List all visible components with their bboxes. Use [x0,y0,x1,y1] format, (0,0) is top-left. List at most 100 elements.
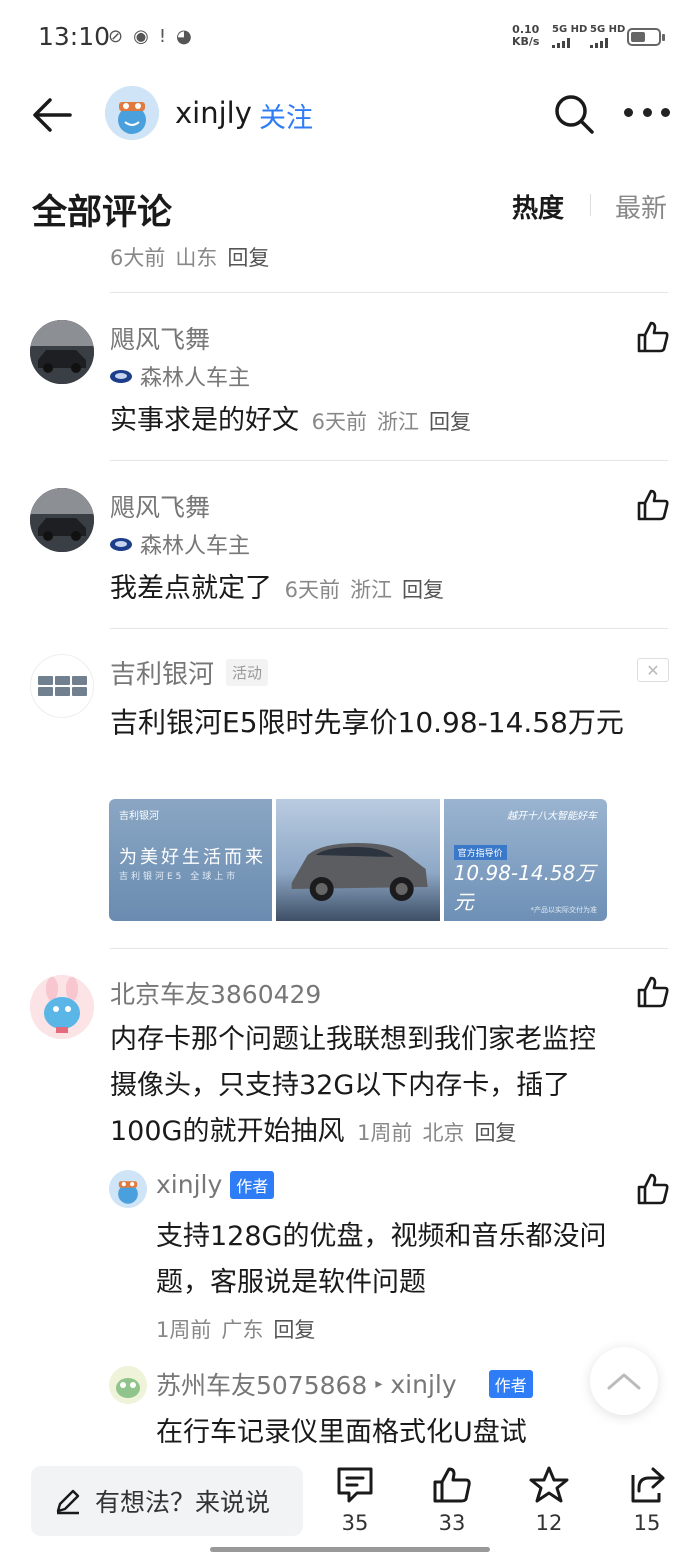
owner-badge: 森林人车主 [110,360,250,392]
car-image [291,843,428,901]
comment-count: 35 [341,1511,369,1535]
ad-image-subtitle: 吉利银河E5 全球上市 [119,872,239,882]
sort-by-hot-tab[interactable]: 热度 [512,188,564,225]
ad-image[interactable] [276,799,440,921]
home-indicator[interactable] [210,1547,490,1552]
sim1-label: 5G HD [552,24,588,35]
back-arrow-icon[interactable] [30,92,76,138]
commenter-avatar[interactable] [30,488,94,552]
comment-location: 广东 [221,1318,264,1342]
network-speed: 0.10 KB/s [512,24,539,48]
ad-image-strip[interactable]: 吉利银河 为美好生活而来 吉利银河E5 全球上市 越开十八大智能好车 官方指导价… [109,799,607,921]
reply-button[interactable]: 回复 [474,1121,516,1145]
comment-time: 6天前 [311,410,367,434]
reply-to-name[interactable]: xinjly [390,1370,456,1399]
alert-icon: ! [158,26,167,47]
ad-image[interactable]: 越开十八大智能好车 官方指导价 10.98-14.58万元 *产品以实际交付为准 [443,799,607,921]
comment-divider [110,292,668,293]
commenter-name[interactable]: 飓风飞舞 [110,488,210,524]
subaru-logo-icon [110,369,132,383]
ad-image-brand: 吉利银河 [119,811,159,822]
ad-tag: 活动 [226,659,269,686]
ad-image[interactable]: 吉利银河 为美好生活而来 吉利银河E5 全球上市 [109,799,273,921]
favorite-action[interactable]: 12 [519,1465,579,1535]
notification-icons: ⊘ ◉ ! ◕ [108,26,192,47]
reply-meta: 1周前 广东 回复 [156,1314,325,1344]
comment-location: 山东 [175,246,218,270]
comment-body: 内存卡那个问题让我联想到我们家老监控摄像头，只支持32G以下内存卡，插了100G… [110,1017,610,1156]
commenter-name[interactable]: 飓风飞舞 [110,320,210,356]
reply-text: 在行车记录仪里面格式化U盘试 [156,1417,527,1448]
comments-action[interactable]: 35 [325,1465,385,1535]
more-options-icon[interactable] [624,108,670,120]
thumbs-up-icon[interactable] [636,975,670,1009]
comment-divider [110,460,668,461]
chevron-up-icon [607,1373,641,1390]
close-ad-icon[interactable]: ✕ [637,658,669,682]
previous-comment-meta: 6大前 山东 回复 [110,242,279,272]
comment-text: 实事求是的好文 [110,405,299,436]
author-tag: 作者 [488,1370,533,1398]
author-tag: 作者 [230,1170,275,1199]
like-action[interactable]: 33 [422,1465,482,1535]
signal-bars-icon [552,38,587,48]
commenter-avatar[interactable] [30,320,94,384]
comment-location: 浙江 [376,410,419,434]
app-notification-icon: ⊘ [108,26,124,47]
signal-sim2: 5G HD [590,24,625,48]
share-action[interactable]: 15 [617,1465,677,1535]
thumbs-up-icon[interactable] [636,320,670,354]
follow-button[interactable]: 关注 [259,96,313,135]
sort-divider [590,194,591,216]
thumbs-up-icon[interactable] [636,488,670,522]
comment-location: 浙江 [349,578,392,602]
comment-divider [110,628,668,629]
star-icon [529,1466,569,1503]
advertiser-name[interactable]: 吉利银河 [110,654,214,691]
reply-button[interactable]: 回复 [273,1318,315,1342]
signal-sim1: 5G HD [552,24,587,48]
search-icon[interactable] [552,92,596,136]
ad-image-slogan: 为美好生活而来 [119,847,266,868]
author-name[interactable]: xinjly [175,96,252,130]
reply-button[interactable]: 回复 [227,246,269,270]
comment-body: 我差点就定了 6天前 浙江 回复 [110,566,454,613]
thumbs-up-icon [433,1467,471,1503]
comment-bubble-icon [337,1467,373,1503]
replier-name[interactable]: 苏州车友5075868 [156,1366,367,1402]
like-count: 33 [438,1511,466,1535]
replier-name[interactable]: xinjly [156,1170,222,1199]
replier-avatar[interactable] [109,1366,147,1404]
favorite-count: 12 [535,1511,563,1535]
replier-name-row: 苏州车友5075868 ▸ xinjly 作者 [156,1366,533,1402]
sim2-label: 5G HD [590,24,626,35]
comment-time: 1周前 [156,1318,212,1342]
sort-by-newest-tab[interactable]: 最新 [615,188,667,225]
comment-input[interactable]: 有想法？来说说 [31,1466,303,1536]
commenter-name[interactable]: 北京车友3860429 [110,975,321,1011]
scroll-to-top-button[interactable] [590,1347,658,1415]
comment-location: 北京 [422,1121,465,1145]
share-count: 15 [633,1511,661,1535]
status-time: 13:10 [38,22,111,51]
comment-time: 6大前 [110,246,166,270]
author-avatar[interactable] [105,86,159,140]
subaru-logo-icon [110,537,132,551]
commenter-avatar[interactable] [30,975,94,1039]
thumbs-up-icon[interactable] [636,1172,670,1206]
ad-title[interactable]: 吉利银河E5限时先享价10.98-14.58万元 [110,700,630,745]
owner-badge: 森林人车主 [110,528,250,560]
comments-header: 全部评论 热度 最新 [0,180,700,236]
comment-time: 1周前 [357,1121,413,1145]
comment-time: 6天前 [284,578,340,602]
owner-badge-label: 森林人车主 [140,366,251,391]
comment-text: 我差点就定了 [110,573,272,604]
bottom-action-bar: 有想法？来说说 35 33 12 15 [0,1455,700,1555]
replier-avatar[interactable] [109,1170,147,1208]
ad-image-note: *产品以实际交付为准 [530,906,597,914]
comment-input-placeholder: 有想法？来说说 [95,1488,271,1517]
comment-body: 实事求是的好文 6天前 浙江 回复 [110,398,481,445]
app-notification-icon: ◉ [133,26,149,47]
reply-button[interactable]: 回复 [402,578,444,602]
reply-button[interactable]: 回复 [429,410,471,434]
